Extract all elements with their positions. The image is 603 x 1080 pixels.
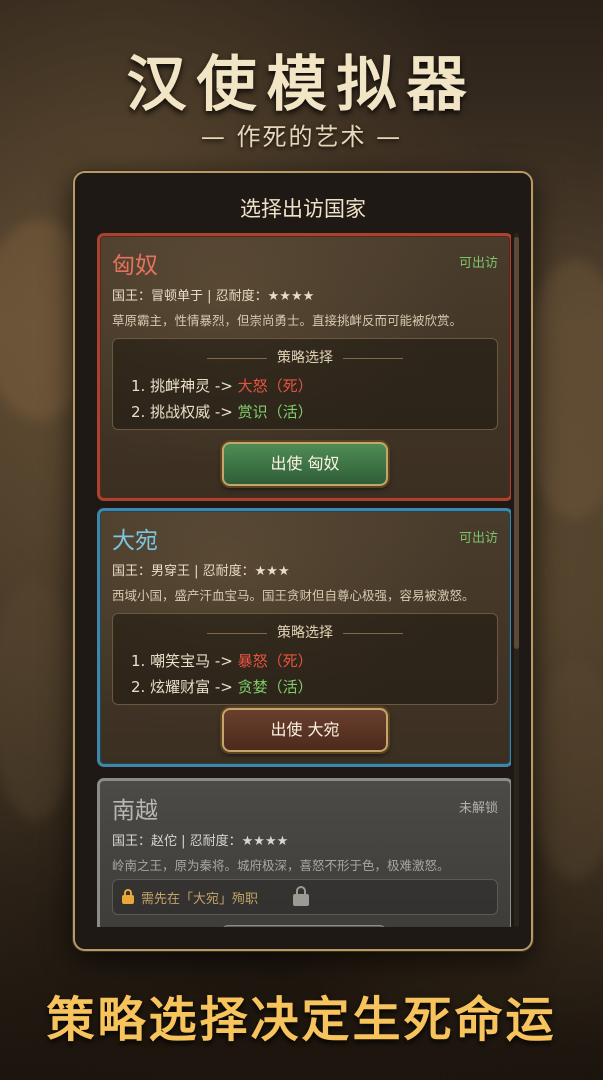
list-scrollbar[interactable] — [514, 233, 519, 927]
status-badge: 可出访 — [458, 531, 498, 546]
option-result-live: 贪婪（活） — [237, 678, 313, 696]
app-subtitle: — 作死的艺术 — — [200, 123, 403, 151]
option-result-death: 暴怒（死） — [237, 652, 313, 670]
strategy-title-text: 策略选择 — [277, 625, 333, 641]
strategy-option-1: 1. 嘲笑宝马 -> 暴怒（死） — [131, 650, 313, 671]
unlock-requirement-text: 需先在「大宛」殉职 — [141, 892, 259, 907]
go-dayuan-button[interactable]: 出使 大宛 — [222, 708, 388, 752]
strategy-option-2: 2. 炫耀财富 -> 贪婪（活） — [131, 676, 313, 697]
country-description: 岭南之王，原为秦将。城府极深，喜怒不形于色，极难激怒。 — [112, 858, 450, 873]
country-description: 西域小国，盛产汗血宝马。国王贪财但自尊心极强，容易被激怒。 — [112, 588, 475, 603]
option-text: 1. 挑衅神灵 -> — [131, 377, 238, 395]
country-list[interactable]: 匈奴 可出访 国王：冒顿单于 | 忍耐度：★★★★ 草原霸主，性情暴烈，但崇尚勇… — [97, 233, 511, 927]
scrollbar-thumb[interactable] — [514, 237, 519, 649]
background-painting-bottom-left — [0, 580, 80, 820]
country-name: 匈奴 — [112, 253, 158, 279]
padlock-icon — [293, 886, 309, 906]
divider — [343, 632, 403, 634]
king-info: 国王：冒顿单于 | 忍耐度：★★★★ — [112, 289, 315, 304]
unlock-requirement: 需先在「大宛」殉职 — [112, 879, 498, 915]
strategy-option-1: 1. 挑衅神灵 -> 大怒（死） — [131, 375, 313, 396]
strategy-box: 策略选择 1. 嘲笑宝马 -> 暴怒（死） 2. 炫耀财富 -> 贪婪（活） — [112, 613, 498, 705]
status-badge: 可出访 — [458, 256, 498, 271]
option-result-death: 大怒（死） — [237, 377, 313, 395]
strategy-option-2: 2. 挑战权威 -> 赏识（活） — [131, 401, 313, 422]
app-title: 汉使模拟器 — [126, 50, 477, 120]
country-select-panel: 选择出访国家 匈奴 可出访 国王：冒顿单于 | 忍耐度：★★★★ 草原霸主，性情… — [73, 171, 533, 951]
go-xiongnu-button[interactable]: 出使 匈奴 — [222, 442, 388, 486]
strategy-title: 策略选择 — [113, 622, 497, 642]
divider — [207, 357, 267, 359]
strategy-title-text: 策略选择 — [277, 350, 333, 366]
strategy-box: 策略选择 1. 挑衅神灵 -> 大怒（死） 2. 挑战权威 -> 赏识（活） — [112, 338, 498, 430]
king-info: 国王：赵佗 | 忍耐度：★★★★ — [112, 834, 289, 849]
option-text: 2. 炫耀财富 -> — [131, 678, 238, 696]
status-badge: 未解锁 — [458, 801, 498, 816]
option-text: 1. 嘲笑宝马 -> — [131, 652, 238, 670]
divider — [207, 632, 267, 634]
option-text: 2. 挑战权威 -> — [131, 403, 238, 421]
country-name: 南越 — [112, 798, 158, 824]
strategy-title: 策略选择 — [113, 347, 497, 367]
country-card-xiongnu[interactable]: 匈奴 可出访 国王：冒顿单于 | 忍耐度：★★★★ 草原霸主，性情暴烈，但崇尚勇… — [97, 233, 511, 501]
divider — [343, 357, 403, 359]
panel-title: 选择出访国家 — [240, 197, 366, 221]
king-info: 国王：男穿王 | 忍耐度：★★★ — [112, 564, 290, 579]
tagline: 策略选择决定生死命运 — [46, 992, 557, 1048]
option-result-live: 赏识（活） — [237, 403, 313, 421]
locked-button — [222, 925, 386, 927]
country-card-dayuan[interactable]: 大宛 可出访 国王：男穿王 | 忍耐度：★★★ 西域小国，盛产汗血宝马。国王贪财… — [97, 508, 511, 767]
lock-icon — [122, 889, 134, 904]
country-card-nanyue[interactable]: 南越 未解锁 国王：赵佗 | 忍耐度：★★★★ 岭南之王，原为秦将。城府极深，喜… — [97, 778, 511, 927]
country-name: 大宛 — [112, 528, 158, 554]
background-painting-bottom-right — [530, 660, 603, 880]
country-description: 草原霸主，性情暴烈，但崇尚勇士。直接挑衅反而可能被欣赏。 — [112, 313, 463, 328]
